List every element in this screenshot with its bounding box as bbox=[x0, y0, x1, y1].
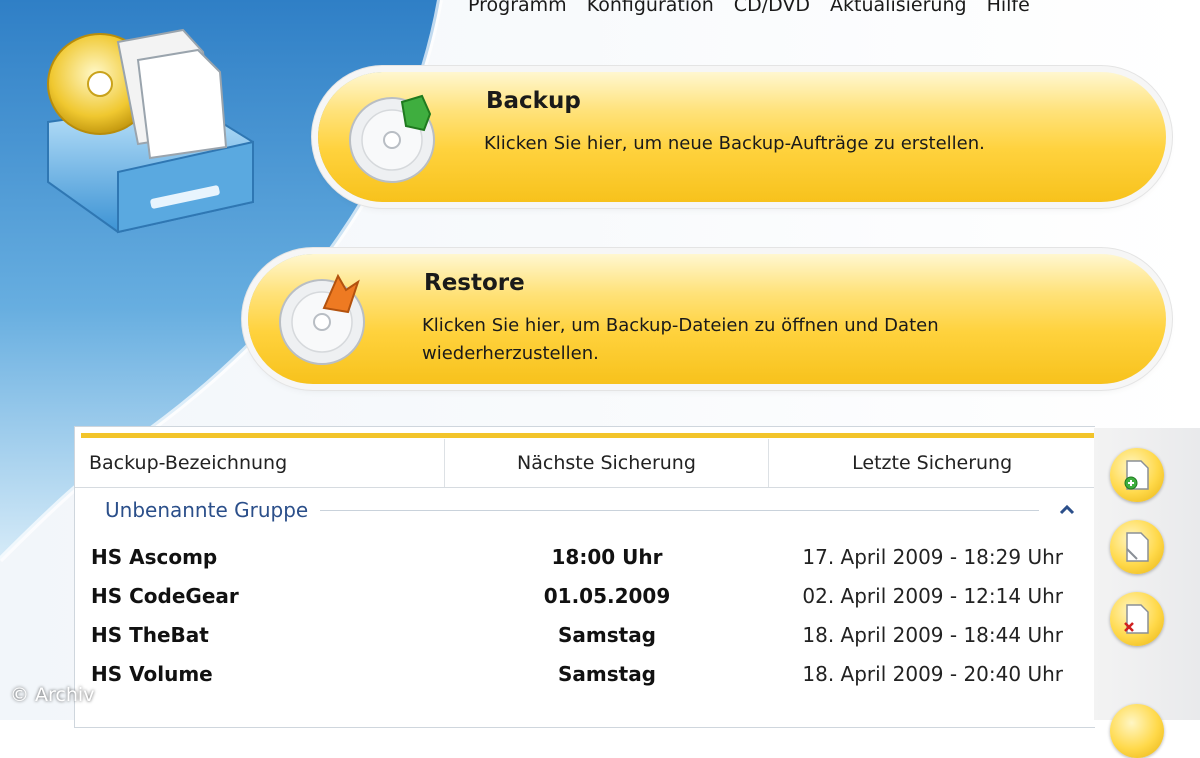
row-next: Samstag bbox=[557, 661, 657, 686]
row-name: HS Ascomp bbox=[91, 544, 218, 569]
row-last: 02. April 2009 - 12:14 Uhr bbox=[802, 583, 1063, 608]
row-next: 18:00 Uhr bbox=[551, 544, 663, 569]
row-last: 18. April 2009 - 20:40 Uhr bbox=[802, 661, 1063, 686]
menu-konfiguration[interactable]: Konfiguration bbox=[577, 0, 724, 22]
backup-rows: HS Ascomp 18:00 Uhr 17. April 2009 - 18:… bbox=[75, 537, 1095, 693]
backup-description: Klicken Sie hier, um neue Backup-Aufträg… bbox=[484, 133, 985, 154]
row-name: HS CodeGear bbox=[91, 583, 239, 608]
backup-list-panel: Backup-Bezeichnung Nächste Sicherung Let… bbox=[74, 426, 1095, 728]
edit-backup-button[interactable] bbox=[1110, 520, 1164, 574]
table-row[interactable]: HS TheBat Samstag 18. April 2009 - 18:44… bbox=[75, 615, 1095, 654]
restore-action-button[interactable]: Restore Klicken Sie hier, um Backup-Date… bbox=[248, 254, 1166, 384]
edit-document-icon bbox=[1126, 532, 1149, 562]
table-header: Backup-Bezeichnung Nächste Sicherung Let… bbox=[75, 439, 1095, 488]
disc-orange-arrow-icon bbox=[279, 273, 365, 365]
more-tools-button[interactable] bbox=[1110, 704, 1164, 758]
column-header-last[interactable]: Letzte Sicherung bbox=[769, 439, 1095, 487]
panel-accent-bar bbox=[81, 433, 1095, 438]
row-name: HS TheBat bbox=[91, 622, 209, 647]
menu-bar: Programm Konfiguration CD/DVD Aktualisie… bbox=[458, 0, 1040, 22]
table-row[interactable]: HS Ascomp 18:00 Uhr 17. April 2009 - 18:… bbox=[75, 537, 1095, 576]
column-header-name[interactable]: Backup-Bezeichnung bbox=[75, 439, 445, 487]
delete-document-icon bbox=[1124, 604, 1149, 634]
add-document-icon bbox=[1124, 460, 1149, 490]
group-divider bbox=[320, 509, 1039, 511]
row-last: 18. April 2009 - 18:44 Uhr bbox=[802, 622, 1063, 647]
chevron-up-icon[interactable] bbox=[1055, 498, 1079, 522]
menu-hilfe[interactable]: Hilfe bbox=[977, 0, 1040, 22]
table-row[interactable]: HS CodeGear 01.05.2009 02. April 2009 - … bbox=[75, 576, 1095, 615]
row-name: HS Volume bbox=[91, 661, 213, 686]
menu-programm[interactable]: Programm bbox=[458, 0, 577, 22]
backup-title: Backup bbox=[486, 88, 581, 114]
delete-backup-button[interactable] bbox=[1110, 592, 1164, 646]
row-last: 17. April 2009 - 18:29 Uhr bbox=[802, 544, 1063, 569]
disc-drive-documents-icon bbox=[47, 28, 254, 234]
disc-green-arrow-icon bbox=[349, 94, 435, 183]
row-next: Samstag bbox=[557, 622, 657, 647]
group-header[interactable]: Unbenannte Gruppe bbox=[75, 493, 1095, 527]
side-toolbar bbox=[1094, 428, 1200, 758]
restore-title: Restore bbox=[424, 270, 525, 296]
menu-aktualisierung[interactable]: Aktualisierung bbox=[820, 0, 977, 22]
backup-action-button[interactable]: Backup Klicken Sie hier, um neue Backup-… bbox=[318, 72, 1166, 202]
row-next: 01.05.2009 bbox=[543, 583, 671, 608]
restore-description: Klicken Sie hier, um Backup-Dateien zu ö… bbox=[422, 315, 939, 364]
menu-cd-dvd[interactable]: CD/DVD bbox=[724, 0, 820, 22]
column-header-next[interactable]: Nächste Sicherung bbox=[445, 439, 770, 487]
group-label: Unbenannte Gruppe bbox=[105, 498, 309, 522]
copyright-watermark: © Archiv bbox=[10, 684, 95, 706]
add-backup-button[interactable] bbox=[1110, 448, 1164, 502]
table-row[interactable]: HS Volume Samstag 18. April 2009 - 20:40… bbox=[75, 654, 1095, 693]
